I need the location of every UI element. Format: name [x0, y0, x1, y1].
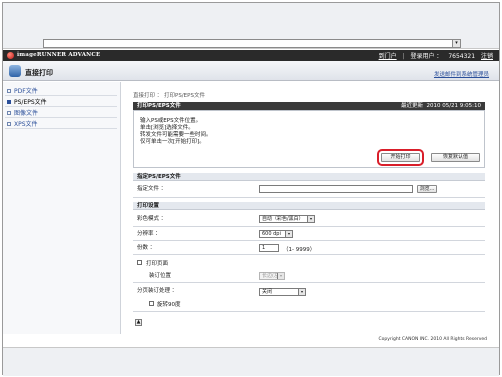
page-title-bar: 直接打印 发送邮件到系统管理员 [3, 61, 499, 81]
main-content: 直接打印 ： 打印PS/EPS文件 打印PS/EPS文件 最近更新 2010 0… [125, 83, 495, 333]
bullet-icon [7, 122, 11, 126]
address-bar[interactable]: ▾ [43, 39, 461, 48]
resolution-select[interactable]: 600 dpi ▾ [259, 230, 293, 238]
copies-label: 份数 ： [137, 245, 156, 251]
file-section-header: 指定PS/EPS文件 [133, 173, 485, 181]
sidebar-item-label: 图像文件 [14, 110, 39, 117]
sidebar-divider [5, 117, 117, 118]
login-user-id: 7654321 [448, 53, 476, 60]
page-title: 直接打印 [25, 69, 53, 77]
section-divider [133, 197, 485, 198]
collate-select[interactable]: 关闭 ▾ [259, 288, 306, 296]
binding-select[interactable]: 长边(左) ▾ [259, 272, 285, 280]
sidebar-item-image[interactable]: 图像文件 [7, 108, 38, 117]
color-mode-label: 彩色模式 ： [137, 216, 167, 222]
chevron-down-icon: ▾ [285, 231, 292, 237]
header-user-area: 到门户 | 登录用户 ： 7654321 注销 [375, 51, 493, 60]
booklet-label: 打印页面 [146, 261, 169, 267]
rotate-label: 旋转90度 [157, 302, 181, 308]
sidebar-item-label: PS/EPS文件 [14, 99, 47, 106]
restore-defaults-button[interactable]: 恢复默认值 [431, 153, 480, 162]
chevron-down-icon: ▾ [307, 216, 314, 222]
collate-label: 分页装订处理 ： [137, 288, 178, 294]
last-updated: 最近更新 2010 05/21 9:05:10 [401, 102, 481, 110]
sidebar-item-ps-eps[interactable]: PS/EPS文件 [7, 97, 47, 106]
row-divider [133, 226, 485, 227]
resolution-value: 600 dpi [262, 231, 281, 237]
color-mode-select[interactable]: 自动（彩色/黑白） ▾ [259, 215, 315, 223]
row-divider [133, 311, 485, 312]
booklet-checkbox[interactable] [137, 260, 142, 265]
sidebar-item-label: XPS文件 [14, 121, 38, 128]
binding-label: 装订位置 [149, 273, 172, 279]
canon-logo-icon [7, 52, 14, 59]
print-section-title: 打印PS/EPS文件 [137, 103, 181, 109]
row-divider [133, 282, 485, 283]
chevron-down-icon: ▾ [277, 273, 284, 279]
header-separator: | [402, 53, 405, 60]
sidebar-item-xps[interactable]: XPS文件 [7, 119, 38, 128]
portal-link[interactable]: 到门户 [379, 53, 397, 60]
settings-section-header: 打印设置 [133, 202, 485, 210]
print-section-header: 打印PS/EPS文件 最近更新 2010 05/21 9:05:10 [133, 102, 485, 110]
footer: Copyright CANON INC. 2010 All Rights Res… [3, 336, 499, 344]
browser-status-area [3, 347, 499, 376]
copyright: Copyright CANON INC. 2010 All Rights Res… [378, 337, 487, 342]
color-mode-value: 自动（彩色/黑白） [262, 216, 304, 222]
sidebar-item-label: PDF文件 [14, 88, 38, 95]
brand-name: imageRUNNER ADVANCE [17, 52, 101, 58]
collate-value: 关闭 [262, 289, 273, 295]
file-label: 指定文件 ： [137, 186, 167, 192]
scroll-to-top-icon[interactable]: ▲ [135, 319, 142, 326]
copies-input[interactable]: 1 [259, 244, 279, 252]
breadcrumb: 直接打印 ： 打印PS/EPS文件 [133, 93, 205, 99]
instruction-line: 仅可单击一次[开始打印]。 [140, 139, 205, 145]
start-print-button[interactable]: 开始打印 [377, 149, 424, 166]
direct-print-icon [9, 65, 21, 77]
copies-range: （1- 9999） [283, 247, 316, 253]
sidebar-divider [5, 128, 117, 129]
bullet-icon [7, 100, 11, 104]
browser-toolbar: ▾ [3, 3, 499, 49]
mail-admin-link[interactable]: 发送邮件到系统管理员 [434, 70, 489, 78]
file-path-input[interactable] [259, 185, 413, 193]
login-user-label: 登录用户 ： [410, 53, 443, 60]
chevron-down-icon: ▾ [298, 289, 305, 295]
sidebar-divider [5, 106, 117, 107]
address-dropdown-button[interactable]: ▾ [452, 40, 460, 47]
row-divider [133, 254, 485, 255]
last-updated-time: 2010 05/21 9:05:10 [426, 103, 481, 109]
resolution-label: 分辨率 ： [137, 231, 161, 237]
brand-bar: imageRUNNER ADVANCE 到门户 | 登录用户 ： 7654321… [3, 50, 499, 61]
sidebar-divider [5, 95, 117, 96]
bullet-icon [7, 111, 11, 115]
browser-window: ▾ imageRUNNER ADVANCE 到门户 | 登录用户 ： 76543… [2, 2, 500, 376]
rotate-checkbox[interactable] [149, 301, 154, 306]
bullet-icon [7, 89, 11, 93]
print-section-panel: 输入PS或EPS文件位置。 单击[浏览]选择文件。 转发文件可能需要一些时间。 … [133, 110, 485, 168]
row-divider [133, 240, 485, 241]
sidebar-item-pdf[interactable]: PDF文件 [7, 86, 38, 95]
logout-link[interactable]: 注销 [481, 53, 493, 60]
browse-button[interactable]: 浏览... [417, 185, 437, 193]
sidebar: PDF文件 PS/EPS文件 图像文件 XPS文件 [3, 82, 121, 334]
last-updated-label: 最近更新 [400, 103, 423, 109]
